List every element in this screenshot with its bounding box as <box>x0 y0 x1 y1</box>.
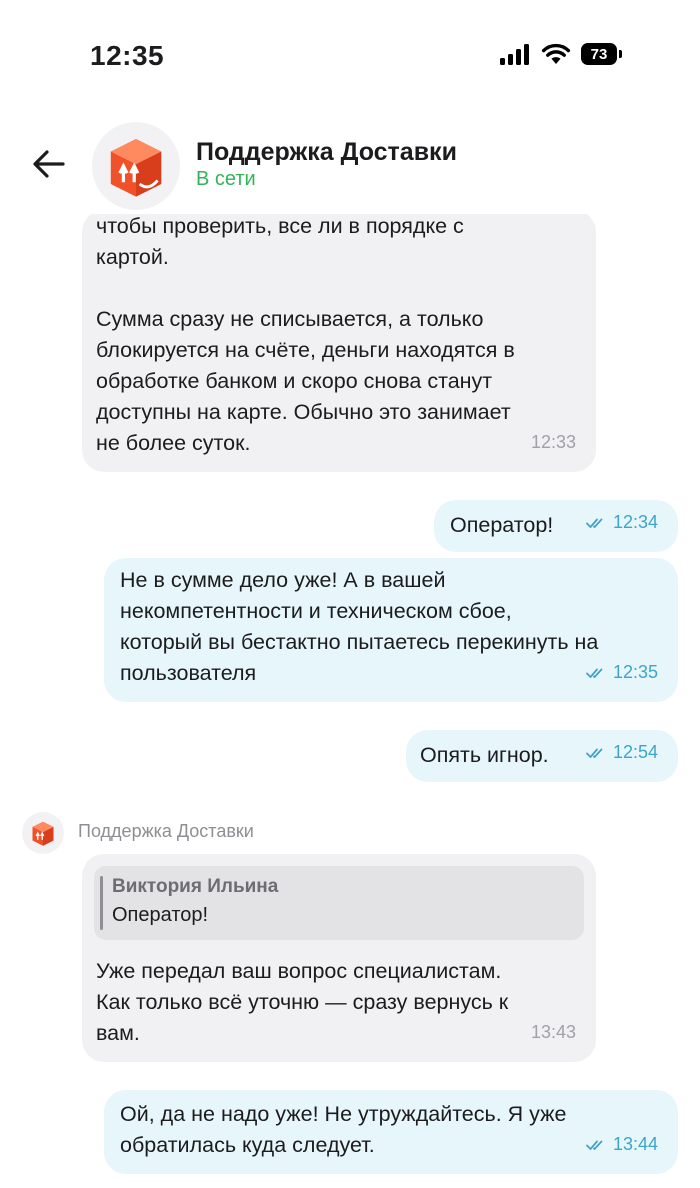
double-check-icon <box>586 1140 603 1150</box>
quote-author: Виктория Ильина <box>112 876 279 897</box>
chat-title: Поддержка Доставки <box>196 138 457 166</box>
back-arrow-icon[interactable] <box>32 148 66 180</box>
message-outgoing-3[interactable]: Опять игнор. 12:54 <box>406 730 678 782</box>
message-time: 12:34 <box>586 507 658 538</box>
message-time: 13:43 <box>530 1022 576 1042</box>
chat-online-status: В сети <box>196 168 256 190</box>
chat-screen: 12:35 73 чтобы проверить, все ли в поряд… <box>0 0 700 1188</box>
sender-avatar[interactable] <box>22 812 64 854</box>
battery-icon: 73 <box>581 43 617 65</box>
message-time: 12:35 <box>586 657 658 688</box>
message-incoming-1[interactable]: чтобы проверить, все ли в порядке с карт… <box>82 210 596 472</box>
status-icons: 73 <box>500 42 622 66</box>
quote-bar <box>100 876 103 930</box>
double-check-icon <box>586 518 603 528</box>
status-time: 12:35 <box>90 40 165 71</box>
sender-name: Поддержка Доставки <box>78 821 254 841</box>
message-text: чтобы проверить, все ли в порядке с карт… <box>96 214 515 455</box>
chat-header: Поддержка Доставки В сети <box>0 118 700 214</box>
reply-quote[interactable]: Виктория Ильина Оператор! <box>94 866 584 940</box>
battery-level: 73 <box>590 45 608 63</box>
message-text: Уже передал ваш вопрос специалистам. Как… <box>96 959 509 1045</box>
delivery-box-icon <box>32 821 54 846</box>
message-outgoing-2[interactable]: Не в сумме дело уже! А в вашей некомпете… <box>104 558 678 702</box>
battery-nub <box>619 50 622 58</box>
wifi-icon <box>541 43 571 64</box>
message-time: 13:44 <box>586 1129 658 1160</box>
delivery-box-icon <box>110 139 162 197</box>
message-time: 12:33 <box>530 432 576 452</box>
cellular-signal-icon <box>500 43 529 65</box>
message-outgoing-4[interactable]: Ой, да не надо уже! Не утруждайтесь. Я у… <box>104 1090 678 1174</box>
message-time: 12:54 <box>586 737 658 768</box>
message-incoming-2[interactable]: Виктория Ильина Оператор! Уже передал ва… <box>82 854 596 1062</box>
double-check-icon <box>586 668 603 678</box>
quote-text: Оператор! <box>112 904 209 926</box>
message-outgoing-1[interactable]: Оператор! 12:34 <box>434 500 678 552</box>
double-check-icon <box>586 748 603 758</box>
chat-avatar[interactable] <box>92 122 180 210</box>
